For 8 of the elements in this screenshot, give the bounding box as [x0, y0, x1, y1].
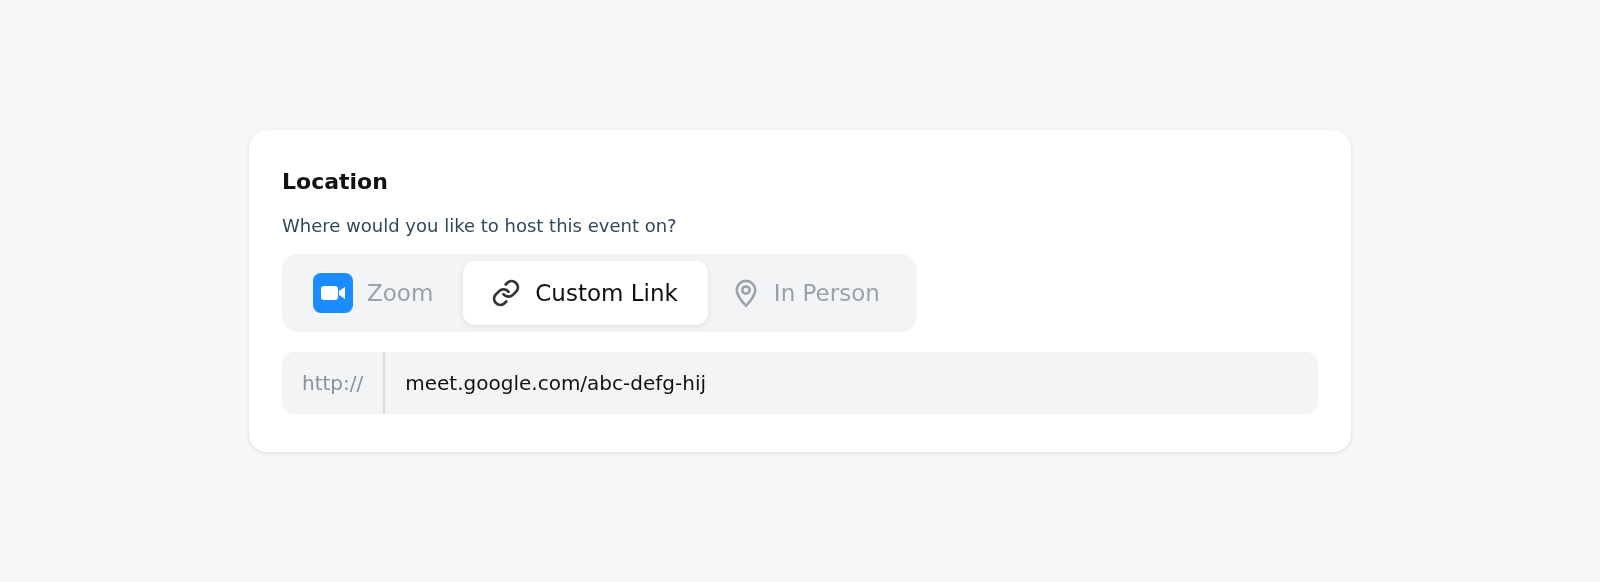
chain-link-icon [491, 278, 522, 308]
url-prefix: http:// [282, 352, 386, 414]
video-camera-icon [313, 273, 353, 313]
url-input[interactable]: meet.google.com/abc-defg-hij [385, 352, 1318, 414]
location-tab[interactable]: Custom Link [463, 261, 708, 325]
url-field[interactable]: http:// meet.google.com/abc-defg-hij [282, 352, 1318, 414]
section-subtitle: Where would you like to host this event on? [282, 214, 678, 238]
section-title: Location [282, 168, 389, 196]
